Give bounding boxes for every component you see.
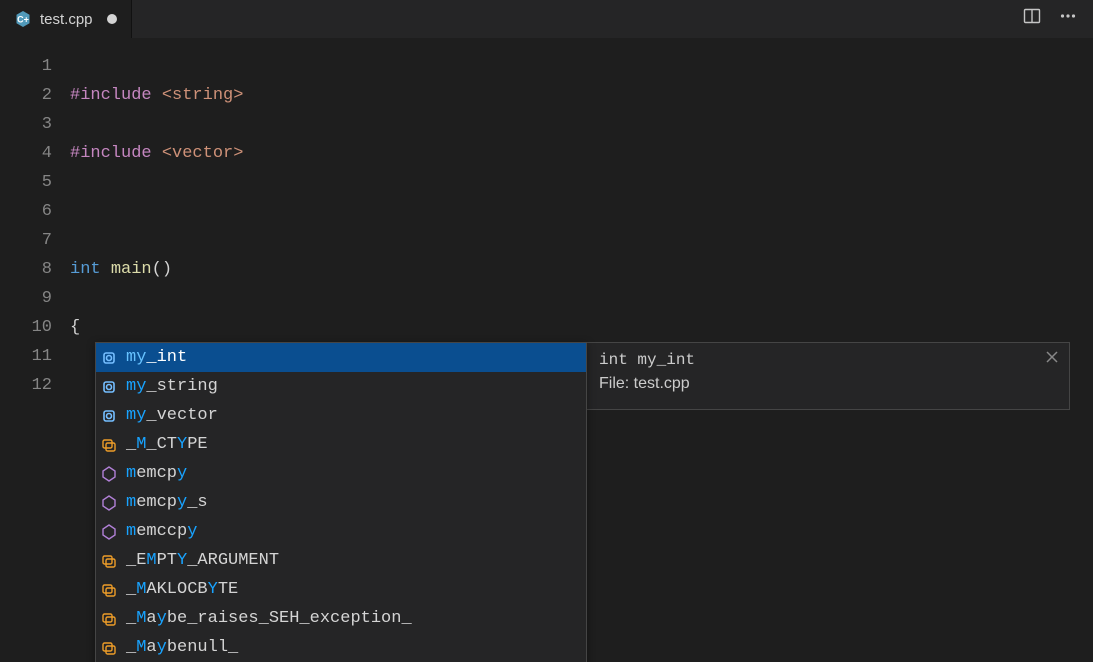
suggestion-item[interactable]: memcpy: [96, 459, 586, 488]
intellisense-popup[interactable]: my_int my_string my_vector _M_CTYPEmemcpy me…: [95, 342, 587, 662]
method-icon: [100, 523, 118, 541]
suggestion-item[interactable]: _MAKLOCBYTE: [96, 575, 586, 604]
suggestion-label: my_int: [126, 348, 187, 367]
code-line: #include <vector>: [70, 139, 529, 168]
enum-icon: [100, 639, 118, 657]
line-number-gutter: 1 2 3 4 5 6 7 8 9 10 11 12: [0, 38, 70, 662]
suggestion-item[interactable]: _Maybenull_: [96, 633, 586, 662]
line-number: 11: [0, 342, 70, 371]
more-actions-icon[interactable]: [1059, 7, 1077, 31]
method-icon: [100, 494, 118, 512]
line-number: 7: [0, 226, 70, 255]
line-number: 1: [0, 52, 70, 81]
line-number: 5: [0, 168, 70, 197]
svg-text:C+: C+: [17, 15, 29, 25]
title-bar: C+ test.cpp: [0, 0, 1093, 38]
code-line: #include <string>: [70, 81, 529, 110]
editor-area[interactable]: 1 2 3 4 5 6 7 8 9 10 11 12 #include <str…: [0, 38, 1093, 662]
line-number: 12: [0, 371, 70, 400]
suggestion-label: my_string: [126, 377, 218, 396]
line-number: 10: [0, 313, 70, 342]
tab-strip: C+ test.cpp: [0, 0, 132, 38]
enum-icon: [100, 552, 118, 570]
suggestion-label: _M_CTYPE: [126, 435, 208, 454]
variable-icon: [100, 378, 118, 396]
suggestion-item[interactable]: _Maybe_raises_SEH_exception_: [96, 604, 586, 633]
line-number: 3: [0, 110, 70, 139]
suggestion-item[interactable]: memcpy_s: [96, 488, 586, 517]
suggestion-item[interactable]: my_int: [96, 343, 586, 372]
enum-icon: [100, 581, 118, 599]
line-number: 9: [0, 284, 70, 313]
tab-filename: test.cpp: [40, 11, 93, 28]
enum-icon: [100, 436, 118, 454]
intellisense-documentation: int my_int File: test.cpp: [586, 342, 1070, 410]
enum-icon: [100, 610, 118, 628]
suggestion-item[interactable]: my_string: [96, 372, 586, 401]
line-number: 8: [0, 255, 70, 284]
split-editor-icon[interactable]: [1023, 7, 1041, 31]
code-line: int main(): [70, 255, 529, 284]
suggestion-label: _Maybenull_: [126, 638, 238, 657]
suggestion-item[interactable]: my_vector: [96, 401, 586, 430]
line-number: 6: [0, 197, 70, 226]
close-icon[interactable]: [1045, 349, 1059, 369]
suggestion-label: _MAKLOCBYTE: [126, 580, 238, 599]
line-number: 2: [0, 81, 70, 110]
suggestion-label: memcpy: [126, 464, 187, 483]
suggestion-label: memcpy_s: [126, 493, 208, 512]
suggestion-item[interactable]: _M_CTYPE: [96, 430, 586, 459]
suggestion-label: _EMPTY_ARGUMENT: [126, 551, 279, 570]
line-number: 4: [0, 139, 70, 168]
variable-icon: [100, 407, 118, 425]
code-line: {: [70, 313, 529, 342]
suggestion-item[interactable]: memccpy: [96, 517, 586, 546]
tab-test-cpp[interactable]: C+ test.cpp: [0, 0, 132, 38]
doc-signature: int my_int: [599, 351, 1057, 369]
method-icon: [100, 465, 118, 483]
suggestion-label: memccpy: [126, 522, 197, 541]
title-actions: [1023, 0, 1093, 38]
dirty-indicator-icon: [107, 14, 117, 24]
suggestion-item[interactable]: _EMPTY_ARGUMENT: [96, 546, 586, 575]
doc-source: File: test.cpp: [599, 375, 1057, 393]
suggestion-label: my_vector: [126, 406, 218, 425]
variable-icon: [100, 349, 118, 367]
suggestion-label: _Maybe_raises_SEH_exception_: [126, 609, 412, 628]
cpp-file-icon: C+: [14, 10, 32, 28]
code-line: [70, 197, 529, 226]
